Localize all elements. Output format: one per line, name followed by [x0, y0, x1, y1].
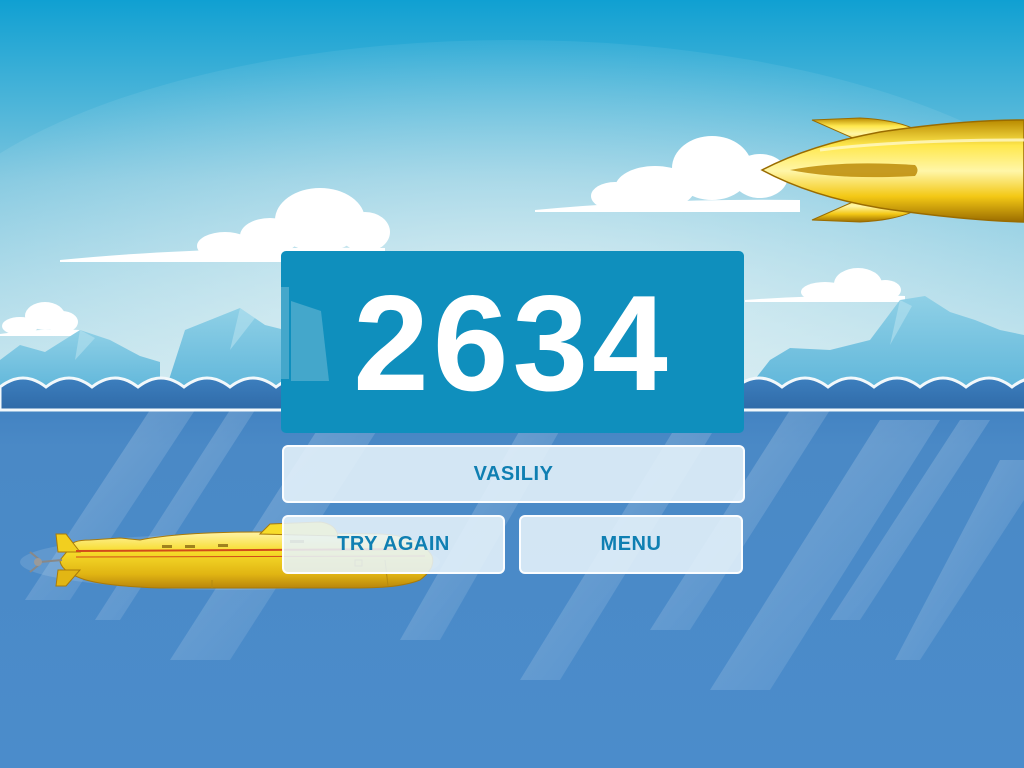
score-panel: 2634: [281, 251, 744, 433]
try-again-label: TRY AGAIN: [337, 533, 450, 555]
try-again-button[interactable]: TRY AGAIN: [282, 515, 505, 574]
score-value: 2634: [353, 267, 672, 419]
menu-button[interactable]: MENU: [519, 515, 743, 574]
player-name-field[interactable]: VASILIY: [282, 445, 745, 503]
player-name-label: VASILIY: [473, 462, 554, 485]
menu-label: MENU: [600, 533, 662, 555]
game-screen: 2634 VASILIY TRY AGAIN MENU: [0, 0, 1024, 768]
